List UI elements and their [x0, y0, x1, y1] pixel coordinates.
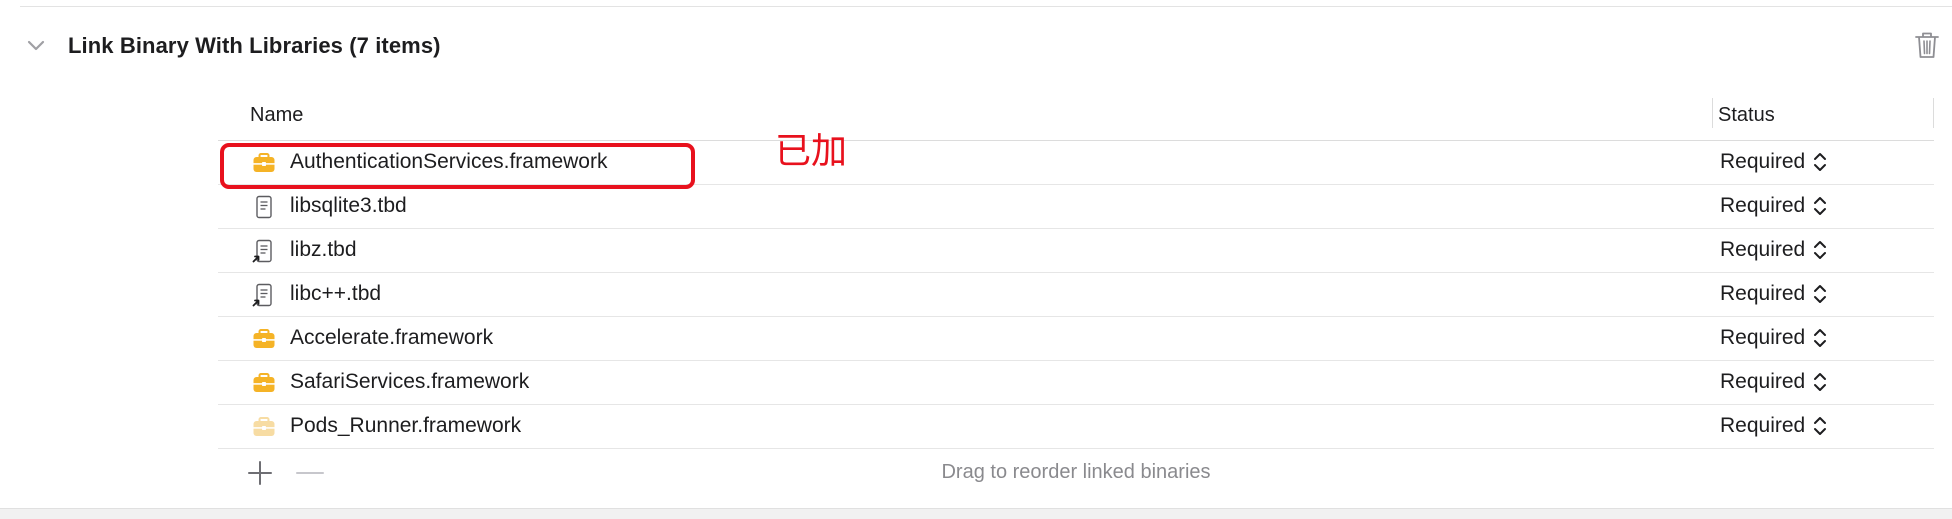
status-popup[interactable]: Required	[1720, 150, 1827, 174]
table-row[interactable]: Accelerate.framework Required	[218, 317, 1934, 361]
status-label: Required	[1720, 282, 1806, 305]
table-row[interactable]: libc++.tbd Required	[218, 273, 1934, 317]
library-name: Pods_Runner.framework	[290, 414, 522, 437]
library-name: libsqlite3.tbd	[290, 194, 407, 217]
stepper-chevron-icon	[1813, 414, 1827, 438]
tbd-alias-icon	[252, 239, 276, 263]
stepper-chevron-icon	[1813, 150, 1827, 174]
status-label: Required	[1720, 326, 1806, 349]
status-popup[interactable]: Required	[1720, 370, 1827, 394]
section-title: Link Binary With Libraries (7 items)	[68, 33, 441, 58]
stepper-chevron-icon	[1813, 370, 1827, 394]
libraries-table: Name Status AuthenticationServices.frame…	[218, 94, 1934, 497]
status-label: Required	[1720, 414, 1806, 437]
stepper-chevron-icon	[1813, 194, 1827, 218]
table-footer: Drag to reorder linked binaries	[218, 449, 1934, 497]
table-row[interactable]: libsqlite3.tbd Required	[218, 185, 1934, 229]
status-label: Required	[1720, 150, 1806, 173]
bottom-divider	[0, 508, 1952, 519]
status-popup[interactable]: Required	[1720, 326, 1827, 350]
annotation-label: 已加	[775, 131, 848, 172]
column-header-status[interactable]: Status	[1718, 104, 1775, 127]
top-divider	[20, 6, 1952, 7]
framework-icon	[252, 151, 276, 175]
table-header: Name Status	[218, 94, 1934, 141]
stepper-chevron-icon	[1813, 238, 1827, 262]
column-separator[interactable]	[1712, 98, 1713, 128]
table-row[interactable]: AuthenticationServices.framework Require…	[218, 141, 1934, 185]
tbd-alias-icon	[252, 283, 276, 307]
column-separator[interactable]	[1933, 98, 1934, 128]
drag-hint: Drag to reorder linked binaries	[941, 461, 1211, 483]
column-header-name[interactable]: Name	[250, 104, 303, 127]
library-name: Accelerate.framework	[290, 326, 494, 349]
section-header: Link Binary With Libraries (7 items)	[26, 28, 441, 64]
trash-icon[interactable]	[1912, 28, 1942, 62]
status-popup[interactable]: Required	[1720, 194, 1827, 218]
library-name: libc++.tbd	[290, 282, 382, 305]
stepper-chevron-icon	[1813, 326, 1827, 350]
framework-icon	[252, 371, 276, 395]
status-label: Required	[1720, 370, 1806, 393]
status-popup[interactable]: Required	[1720, 414, 1827, 438]
status-popup[interactable]: Required	[1720, 282, 1827, 306]
status-label: Required	[1720, 238, 1806, 261]
library-name: AuthenticationServices.framework	[290, 150, 608, 173]
table-row[interactable]: Pods_Runner.framework Required	[218, 405, 1934, 449]
table-row[interactable]: SafariServices.framework Required	[218, 361, 1934, 405]
status-label: Required	[1720, 194, 1806, 217]
chevron-down-icon[interactable]	[26, 36, 46, 56]
library-name: SafariServices.framework	[290, 370, 530, 393]
library-name: libz.tbd	[290, 238, 357, 261]
stepper-chevron-icon	[1813, 282, 1827, 306]
tbd-file-icon	[252, 195, 276, 219]
status-popup[interactable]: Required	[1720, 238, 1827, 262]
framework-faded-icon	[252, 415, 276, 439]
framework-icon	[252, 327, 276, 351]
table-row[interactable]: libz.tbd Required	[218, 229, 1934, 273]
